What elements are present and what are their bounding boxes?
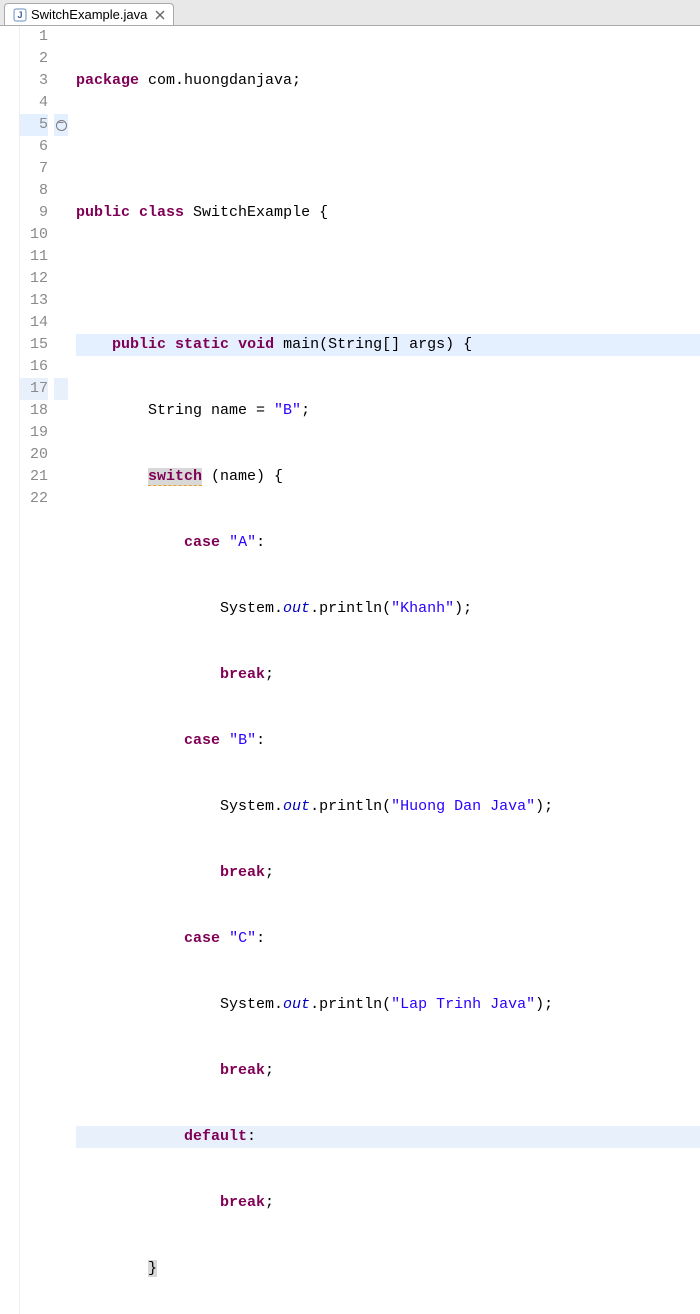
code-line: public static void main(String[] args) { xyxy=(76,334,700,356)
code-line: public class SwitchExample { xyxy=(76,202,700,224)
close-icon[interactable] xyxy=(155,10,165,20)
marker-column xyxy=(0,26,20,1314)
code-line: package com.huongdanjava; xyxy=(76,70,700,92)
code-line: System.out.println("Lap Trinh Java"); xyxy=(76,994,700,1016)
fold-column: − xyxy=(54,26,68,1314)
code-line: switch (name) { xyxy=(76,466,700,488)
code-line xyxy=(76,268,700,290)
code-line: break; xyxy=(76,1060,700,1082)
code-line: break; xyxy=(76,1192,700,1214)
code-line: System.out.println("Huong Dan Java"); xyxy=(76,796,700,818)
code-line: break; xyxy=(76,664,700,686)
java-file-icon: J xyxy=(13,8,27,22)
code-line: break; xyxy=(76,862,700,884)
code-line: case "C": xyxy=(76,928,700,950)
code-line: default: xyxy=(76,1126,700,1148)
line-number-gutter: 1 2 3 4 5 6 7 8 9 10 11 12 13 14 15 16 1… xyxy=(20,26,54,1314)
code-line: String name = "B"; xyxy=(76,400,700,422)
editor-tab-label: SwitchExample.java xyxy=(31,7,147,22)
svg-text:J: J xyxy=(17,10,22,20)
code-line xyxy=(76,136,700,158)
code-line: case "B": xyxy=(76,730,700,752)
code-line: case "A": xyxy=(76,532,700,554)
code-line: } xyxy=(76,1258,700,1280)
fold-toggle-icon[interactable]: − xyxy=(56,120,67,131)
editor-tab-active[interactable]: J SwitchExample.java xyxy=(4,3,174,25)
code-line: System.out.println("Khanh"); xyxy=(76,598,700,620)
code-area[interactable]: package com.huongdanjava; public class S… xyxy=(68,26,700,1314)
code-editor[interactable]: 1 2 3 4 5 6 7 8 9 10 11 12 13 14 15 16 1… xyxy=(0,26,700,1314)
editor-tab-bar: J SwitchExample.java xyxy=(0,0,700,26)
